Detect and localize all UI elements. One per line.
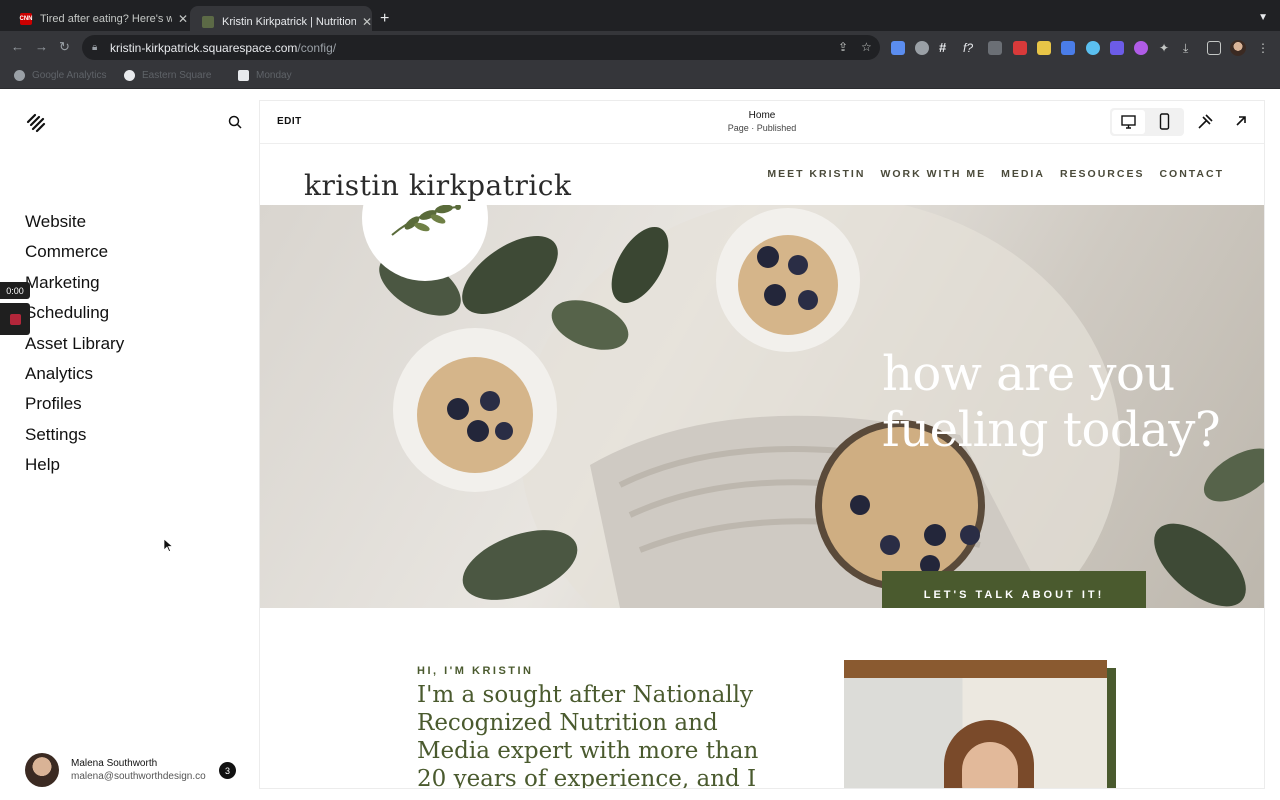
squarespace-logo-icon[interactable] <box>25 113 47 133</box>
device-switcher <box>1110 108 1184 136</box>
site-preview-frame: EDIT Home Page · Published kristin kirkp <box>260 101 1264 788</box>
user-name: Malena Southworth <box>71 758 158 769</box>
url-host: kristin-kirkpatrick.squarespace.com <box>110 40 298 55</box>
download-icon[interactable]: ⤓ <box>1183 41 1197 55</box>
tab-title: Tired after eating? Here's why <box>40 12 172 25</box>
puzzle-icon[interactable]: ✦ <box>1159 41 1173 55</box>
sidebar-item-website[interactable]: Website <box>25 211 124 241</box>
site-header: kristin kirkpatrick MEET KRISTIN WORK WI… <box>260 144 1264 205</box>
bookmark-icon <box>14 70 25 81</box>
site-nav-work-with-me[interactable]: WORK WITH ME <box>880 168 986 180</box>
search-icon[interactable] <box>228 115 242 129</box>
kristin-photo <box>844 660 1107 788</box>
star-icon[interactable]: ☆ <box>861 40 872 54</box>
more-menu-icon[interactable]: ⋮ <box>1257 41 1271 55</box>
user-profile[interactable]: Malena Southworth malena@southworthdesig… <box>25 753 237 789</box>
sidebar-item-commerce[interactable]: Commerce <box>25 241 124 271</box>
reload-icon[interactable]: ↻ <box>59 39 70 55</box>
bookmark-item[interactable]: Eastern Square <box>124 70 212 81</box>
site-logo[interactable]: kristin kirkpatrick <box>304 169 571 202</box>
globe-icon <box>124 70 135 81</box>
hero-section: how are you fueling today? LET'S TALK AB… <box>260 205 1264 608</box>
site-nav-resources[interactable]: RESOURCES <box>1060 168 1145 180</box>
color-extension-icon[interactable] <box>1134 41 1148 55</box>
extension-icon[interactable] <box>891 41 905 55</box>
intro-kicker: HI, I'M KRISTIN <box>417 665 534 677</box>
url-text: kristin-kirkpatrick.squarespace.com/conf… <box>110 41 336 55</box>
hashtag-extension-icon[interactable]: # <box>939 41 953 55</box>
video-extension-icon[interactable] <box>988 41 1002 55</box>
back-icon[interactable]: ← <box>11 39 24 54</box>
intro-paragraph: I'm a sought after Nationally Recognized… <box>417 682 759 788</box>
close-tab-icon[interactable]: ✕ <box>178 12 188 26</box>
nutrition-lifestyle-badge <box>362 205 488 281</box>
stop-recording-button[interactable] <box>0 303 30 335</box>
address-bar[interactable]: 🔒︎ kristin-kirkpatrick.squarespace.com/c… <box>82 35 880 60</box>
chevron-down-icon[interactable]: ▼ <box>1258 12 1268 23</box>
mouse-cursor-icon <box>164 539 173 552</box>
translate-extension-icon[interactable] <box>1061 41 1075 55</box>
design-brush-icon[interactable] <box>1197 114 1213 130</box>
camera-extension-icon[interactable] <box>915 41 929 55</box>
font-extension-icon[interactable]: f? <box>963 41 977 55</box>
tab-cnn[interactable]: CNN Tired after eating? Here's why ✕ <box>8 6 189 31</box>
bookmark-label: Eastern Square <box>142 70 212 81</box>
bookmarks-bar: Google Analytics Eastern Square Monday <box>0 63 1280 89</box>
sidebar-nav: Website Commerce Marketing Scheduling As… <box>25 211 124 485</box>
desktop-icon <box>1121 115 1136 129</box>
lock-icon: 🔒︎ <box>92 41 98 53</box>
new-tab-icon[interactable]: + <box>380 10 389 28</box>
lets-talk-button[interactable]: LET'S TALK ABOUT IT! <box>882 571 1146 608</box>
sidebar-item-scheduling[interactable]: Scheduling <box>25 302 124 332</box>
url-path: /config/ <box>297 40 337 55</box>
close-tab-icon[interactable]: ✕ <box>362 15 372 29</box>
hero-heading-line-1: how are you <box>882 346 1175 402</box>
avatar <box>25 753 59 787</box>
bookmark-item[interactable]: Monday <box>238 70 292 81</box>
stop-icon <box>10 314 21 325</box>
site-nav-contact[interactable]: CONTACT <box>1159 168 1224 180</box>
sidebar-item-analytics[interactable]: Analytics <box>25 363 124 393</box>
side-panel-icon[interactable] <box>1207 41 1221 55</box>
forward-icon[interactable]: → <box>35 39 48 54</box>
pin-extension-icon[interactable] <box>1013 41 1027 55</box>
desktop-view-button[interactable] <box>1112 110 1145 134</box>
profile-avatar-icon[interactable] <box>1230 40 1246 56</box>
mobile-view-button[interactable] <box>1148 110 1181 134</box>
notification-badge[interactable]: 3 <box>219 762 236 779</box>
user-email: malena@southworthdesign.co <box>71 771 206 782</box>
drop-extension-icon[interactable] <box>1086 41 1100 55</box>
tab-title: Kristin Kirkpatrick | Nutrition & <box>222 15 356 28</box>
sidebar-item-asset-library[interactable]: Asset Library <box>25 333 124 363</box>
site-nav: MEET KRISTIN WORK WITH ME MEDIA RESOURCE… <box>767 168 1224 180</box>
open-external-icon[interactable] <box>1234 114 1248 128</box>
bookmark-label: Google Analytics <box>32 70 107 81</box>
bookmark-item[interactable]: Google Analytics <box>14 70 107 81</box>
sidebar-item-marketing[interactable]: Marketing <box>25 272 124 302</box>
cnn-favicon-icon: CNN <box>20 12 33 25</box>
sidebar-item-help[interactable]: Help <box>25 454 124 484</box>
hero-heading-line-2: fueling today? <box>882 402 1221 458</box>
leaf-favicon-icon <box>202 15 214 28</box>
share-icon[interactable]: ⇪ <box>838 40 848 54</box>
bookmark-label: Monday <box>256 70 292 81</box>
site-nav-meet-kristin[interactable]: MEET KRISTIN <box>767 168 865 180</box>
notes-extension-icon[interactable] <box>1037 41 1051 55</box>
mobile-icon <box>1159 113 1170 130</box>
sidebar-item-profiles[interactable]: Profiles <box>25 393 124 423</box>
squarespace-sidebar: Website Commerce Marketing Scheduling As… <box>0 89 250 800</box>
hero-heading: how are you fueling today? <box>882 346 1221 458</box>
sidebar-item-settings[interactable]: Settings <box>25 424 124 454</box>
wood-shelf <box>844 660 1107 678</box>
bookmark-icon <box>238 70 249 81</box>
site-nav-media[interactable]: MEDIA <box>1001 168 1045 180</box>
screen-extension-icon[interactable] <box>1110 41 1124 55</box>
recording-timer: 0:00 <box>0 282 30 299</box>
editor-toolbar: EDIT Home Page · Published <box>260 101 1264 144</box>
olive-branch-icon <box>391 205 461 236</box>
